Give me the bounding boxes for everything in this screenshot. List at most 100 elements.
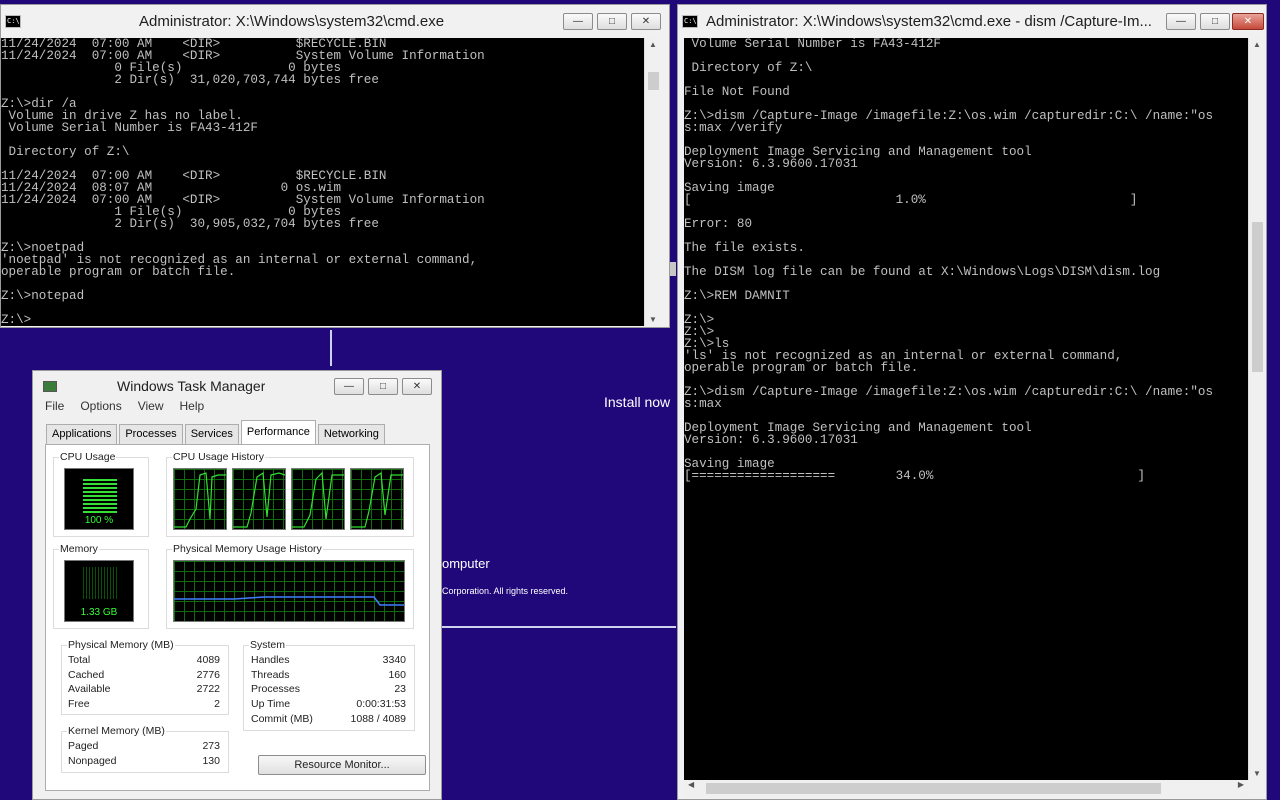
close-button[interactable]: ✕ — [631, 13, 661, 30]
stat-row: Handles 3340 — [251, 654, 406, 669]
stat-value: 1088 / 4089 — [350, 712, 406, 725]
stat-key: Total — [68, 654, 91, 666]
cpu-history-line — [174, 472, 226, 528]
stat-key: Up Time — [251, 698, 291, 711]
scroll-right-icon[interactable]: ▶ — [1238, 780, 1244, 789]
install-now-link[interactable]: Install now — [604, 394, 670, 410]
stat-row: Nonpaged 130 — [68, 755, 220, 770]
memory-label: Memory — [59, 543, 99, 555]
cmd-right-vscrollbar[interactable]: ▲ ▼ — [1248, 38, 1265, 780]
menu-bar: File Options View Help — [37, 399, 212, 419]
cmd-window-left[interactable]: C:\ Administrator: X:\Windows\system32\c… — [0, 4, 670, 328]
task-manager-window[interactable]: Windows Task Manager — □ ✕ File Options … — [32, 370, 442, 800]
cpu-history-graph-1 — [173, 468, 227, 530]
maximize-button[interactable]: □ — [1200, 13, 1230, 30]
scroll-left-icon[interactable]: ◀ — [688, 780, 694, 789]
cpu-history-graph-2 — [232, 468, 286, 530]
stat-value: 3340 — [382, 654, 406, 666]
memory-meter: 1.33 GB — [64, 560, 134, 622]
stat-key: Handles — [251, 654, 290, 666]
tab-networking[interactable]: Networking — [317, 424, 385, 444]
scroll-thumb[interactable] — [648, 72, 659, 90]
console-line: 2 Dir(s) 30,905,032,704 bytes free — [1, 217, 379, 231]
stat-row: Processes 23 — [251, 683, 406, 698]
cmd-left-console[interactable]: 11/24/2024 07:00 AM <DIR> $RECYCLE.BIN 11… — [1, 38, 644, 326]
scroll-down-icon[interactable]: ▼ — [645, 315, 661, 324]
console-line: Z:\> — [684, 313, 715, 327]
stat-key: Threads — [251, 668, 290, 681]
minimize-button[interactable]: — — [563, 13, 593, 30]
tab-strip: Applications Processes Services Performa… — [46, 420, 387, 444]
cpu-history-line — [292, 471, 344, 528]
tab-processes[interactable]: Processes — [119, 424, 183, 444]
memory-value: 1.33 GB — [80, 607, 118, 618]
maximize-button[interactable]: □ — [368, 378, 398, 395]
scroll-thumb[interactable] — [1252, 222, 1263, 372]
physical-memory-stats: Total 4089 Cached 2776 Available 2722 Free 2 — [68, 654, 220, 713]
setup-window-divider — [442, 626, 676, 628]
cpu-usage-group: CPU Usage 100 % — [53, 451, 149, 537]
cmd-icon[interactable]: C:\ — [5, 14, 21, 28]
stat-value: 4089 — [196, 654, 220, 666]
cmd-right-console[interactable]: Volume Serial Number is FA43-412F Direct… — [684, 38, 1248, 780]
cmd-left-scrollbar[interactable]: ▲ ▼ — [644, 38, 661, 326]
stat-row: Available 2722 — [68, 683, 220, 698]
menu-file[interactable]: File — [45, 399, 64, 419]
minimize-button[interactable]: — — [1166, 13, 1196, 30]
scroll-up-icon[interactable]: ▲ — [645, 40, 661, 49]
scroll-up-icon[interactable]: ▲ — [1249, 40, 1265, 49]
minimize-button[interactable]: — — [334, 378, 364, 395]
maximize-button[interactable]: □ — [597, 13, 627, 30]
setup-window-border — [330, 330, 332, 366]
menu-options[interactable]: Options — [80, 399, 121, 419]
cpu-usage-value: 100 % — [84, 515, 114, 526]
close-button[interactable]: ✕ — [1232, 13, 1264, 30]
menu-view[interactable]: View — [138, 399, 164, 419]
console-line: Z:\> — [684, 325, 715, 339]
tab-services[interactable]: Services — [184, 424, 239, 444]
stat-value: 0:00:31:53 — [356, 698, 406, 711]
cmd-right-hscrollbar[interactable]: ◀ ▶ — [684, 780, 1248, 797]
stat-value: 2722 — [196, 683, 220, 696]
tab-performance[interactable]: Performance — [240, 420, 316, 444]
console-line: Directory of Z:\ — [1, 145, 130, 159]
cpu-history-group: CPU Usage History — [166, 451, 414, 537]
physical-memory-history-label: Physical Memory Usage History — [172, 543, 323, 555]
console-line: s:max — [684, 397, 722, 411]
physical-memory-history-graph — [173, 560, 405, 622]
performance-panel: CPU Usage 100 % CPU Usage History Memory… — [45, 444, 430, 791]
console-line: 2 Dir(s) 31,020,703,744 bytes free — [1, 73, 379, 87]
cpu-usage-bars — [83, 479, 117, 515]
stat-key: Commit (MB) — [251, 712, 313, 725]
resource-monitor-button[interactable]: Resource Monitor... — [258, 755, 426, 775]
memory-group: Memory 1.33 GB — [53, 543, 149, 629]
stat-value: 130 — [202, 754, 220, 767]
cmd-right-title: Administrator: X:\Windows\system32\cmd.e… — [706, 12, 1152, 30]
console-line: Version: 6.3.9600.17031 — [684, 433, 858, 447]
console-line: Z:\> — [1, 313, 32, 326]
menu-help[interactable]: Help — [180, 399, 205, 419]
scroll-down-icon[interactable]: ▼ — [1249, 769, 1265, 778]
hscroll-thumb[interactable] — [706, 783, 1161, 794]
tab-applications[interactable]: Applications — [46, 424, 118, 444]
cmd-icon[interactable]: C:\ — [682, 14, 698, 28]
cpu-history-graph-3 — [291, 468, 345, 530]
stat-key: Processes — [251, 683, 301, 696]
cmd-window-right[interactable]: C:\ Administrator: X:\Windows\system32\c… — [677, 4, 1267, 800]
memory-meter-dots — [83, 567, 117, 599]
stat-key: Paged — [68, 740, 99, 752]
stat-value: 273 — [202, 740, 220, 752]
console-line: Volume Serial Number is FA43-412F — [684, 38, 941, 51]
stat-key: Free — [68, 698, 90, 711]
cpu-history-label: CPU Usage History — [172, 451, 266, 463]
cpu-history-line — [351, 471, 403, 528]
stat-value: 2776 — [196, 668, 220, 681]
console-line: The DISM log file can be found at X:\Win… — [684, 265, 1161, 279]
physical-memory-label: Physical Memory (MB) — [67, 639, 175, 651]
repair-computer-text[interactable]: omputer — [442, 556, 490, 571]
close-button[interactable]: ✕ — [402, 378, 432, 395]
console-line: File Not Found — [684, 85, 790, 99]
